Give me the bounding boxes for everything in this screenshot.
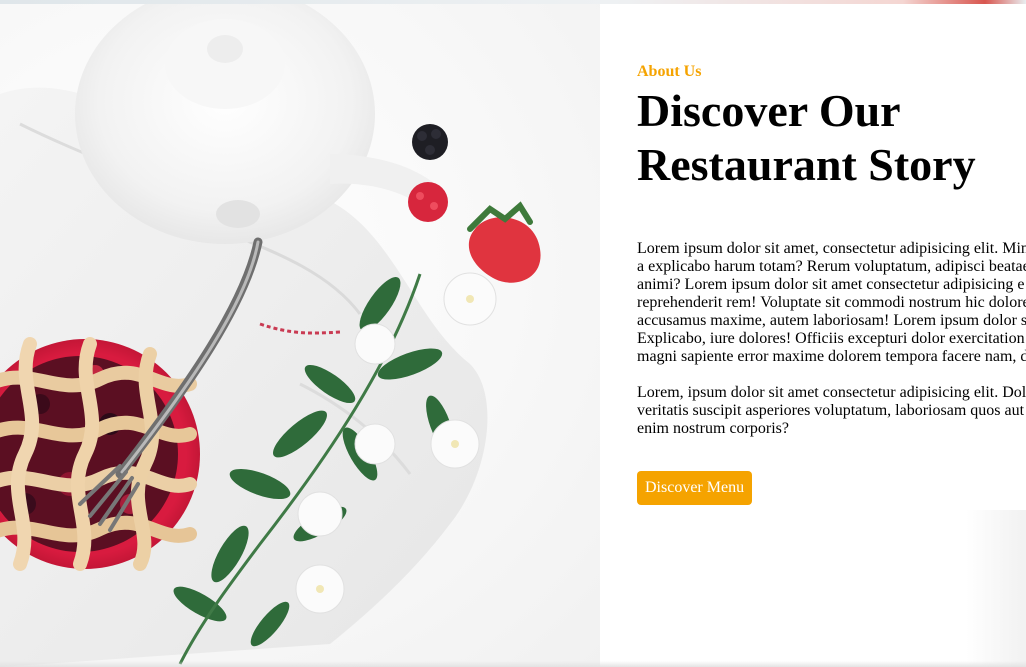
about-paragraph-1: Lorem ipsum dolor sit amet, consectetur … bbox=[637, 240, 1026, 366]
paragraph-line: veritatis suscipit asperiores voluptatum… bbox=[637, 402, 1025, 419]
discover-menu-button[interactable]: Discover Menu bbox=[637, 471, 753, 505]
hero-food-photo bbox=[0, 4, 600, 667]
paragraph-line: magni sapiente error maxime dolorem temp… bbox=[637, 348, 1026, 365]
section-eyebrow: About Us bbox=[637, 63, 702, 80]
paragraph-line: Lorem ipsum dolor sit amet, consectetur … bbox=[637, 240, 1026, 257]
bottom-edge-shadow bbox=[0, 661, 1026, 667]
paragraph-line: Lorem, ipsum dolor sit amet consectetur … bbox=[637, 384, 1026, 401]
paragraph-line: enim nostrum corporis? bbox=[637, 420, 789, 437]
about-paragraph-2: Lorem, ipsum dolor sit amet consectetur … bbox=[637, 384, 1026, 438]
about-section: About Us Discover Our Restaurant Story L… bbox=[637, 62, 1026, 437]
paragraph-line: a explicabo harum totam? Rerum voluptatu… bbox=[637, 258, 1026, 275]
paragraph-line: reprehenderit rem! Voluptate sit commodi… bbox=[637, 294, 1026, 311]
section-title: Discover Our Restaurant Story bbox=[637, 85, 976, 190]
paragraph-line: Explicabo, iure dolores! Officiis except… bbox=[637, 330, 1025, 347]
right-edge-shadow bbox=[966, 510, 1026, 667]
paragraph-line: animi? Lorem ipsum dolor sit amet consec… bbox=[637, 276, 1025, 293]
paragraph-line: accusamus maxime, autem laboriosam! Lore… bbox=[637, 312, 1026, 329]
